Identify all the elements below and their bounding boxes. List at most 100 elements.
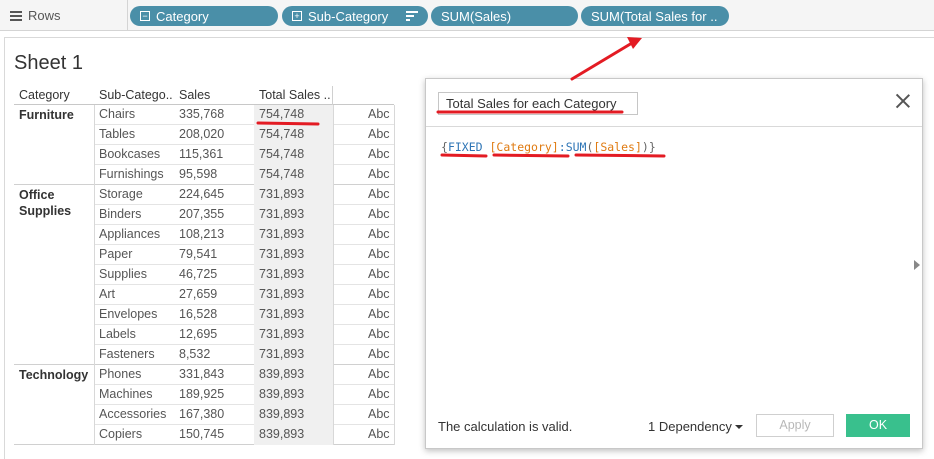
- rows-shelf: Rows − Category + Sub-Category SUM(Sales…: [0, 0, 934, 31]
- category-label[interactable]: Office Supplies: [19, 187, 94, 219]
- pill-category[interactable]: − Category: [130, 6, 278, 26]
- cell-total-sales[interactable]: 754,748: [259, 127, 304, 141]
- cell-sales[interactable]: 46,725: [179, 267, 217, 281]
- ok-button[interactable]: OK: [846, 414, 910, 437]
- cell-sales[interactable]: 79,541: [179, 247, 217, 261]
- cell-total-sales[interactable]: 731,893: [259, 207, 304, 221]
- cell-sub-category[interactable]: Phones: [99, 367, 141, 381]
- category-label[interactable]: Furniture: [19, 107, 94, 123]
- header-total-sales[interactable]: Total Sales ..: [259, 88, 331, 102]
- cell-sub-category[interactable]: Chairs: [99, 107, 135, 121]
- pill-sum-sales[interactable]: SUM(Sales): [431, 6, 578, 26]
- close-icon[interactable]: [895, 94, 910, 108]
- cell-sub-category[interactable]: Binders: [99, 207, 141, 221]
- cell-sales[interactable]: 224,645: [179, 187, 224, 201]
- cell-sub-category[interactable]: Storage: [99, 187, 143, 201]
- category-group: Office Supplies Storage 224,645 731,893 Abc B…: [14, 185, 394, 365]
- cell-total-sales[interactable]: 839,893: [259, 367, 304, 381]
- apply-button[interactable]: Apply: [756, 414, 834, 437]
- cell-sub-category[interactable]: Tables: [99, 127, 135, 141]
- cell-sub-category[interactable]: Supplies: [99, 267, 147, 281]
- cell-abc[interactable]: Abc: [368, 227, 390, 241]
- expand-panel-icon[interactable]: [914, 260, 920, 270]
- cell-sub-category[interactable]: Bookcases: [99, 147, 160, 161]
- header-sales[interactable]: Sales: [179, 88, 210, 102]
- formula-keyword-fixed: FIXED: [447, 140, 483, 154]
- cell-sales[interactable]: 150,745: [179, 427, 224, 441]
- cell-sub-category[interactable]: Accessories: [99, 407, 166, 421]
- cell-sales[interactable]: 12,695: [179, 327, 217, 341]
- cell-abc[interactable]: Abc: [368, 147, 390, 161]
- cell-abc[interactable]: Abc: [368, 327, 390, 341]
- cell-total-sales[interactable]: 754,748: [259, 107, 304, 121]
- sheet-title: Sheet 1: [14, 52, 83, 74]
- cell-total-sales[interactable]: 839,893: [259, 427, 304, 441]
- cell-abc[interactable]: Abc: [368, 347, 390, 361]
- table-row: Phones 331,843 839,893 Abc: [94, 365, 394, 385]
- cell-sales[interactable]: 16,528: [179, 307, 217, 321]
- header-divider: [332, 86, 333, 105]
- pill-sub-category[interactable]: + Sub-Category: [282, 6, 428, 26]
- cell-abc[interactable]: Abc: [368, 167, 390, 181]
- cell-total-sales[interactable]: 839,893: [259, 387, 304, 401]
- cell-sub-category[interactable]: Furnishings: [99, 167, 164, 181]
- header-sub-category[interactable]: Sub-Catego..: [99, 88, 173, 102]
- cell-sales[interactable]: 331,843: [179, 367, 224, 381]
- cell-total-sales[interactable]: 731,893: [259, 347, 304, 361]
- cell-total-sales[interactable]: 731,893: [259, 287, 304, 301]
- cell-abc[interactable]: Abc: [368, 247, 390, 261]
- cell-sales[interactable]: 108,213: [179, 227, 224, 241]
- cell-total-sales[interactable]: 754,748: [259, 167, 304, 181]
- cell-abc[interactable]: Abc: [368, 107, 390, 121]
- cell-abc[interactable]: Abc: [368, 367, 390, 381]
- cell-total-sales[interactable]: 731,893: [259, 247, 304, 261]
- calculation-editor-dialog: Total Sales for each Category {FIXED [Ca…: [425, 78, 923, 449]
- cell-sales[interactable]: 8,532: [179, 347, 210, 361]
- dependency-label: 1 Dependency: [648, 419, 732, 434]
- cell-sub-category[interactable]: Machines: [99, 387, 153, 401]
- cell-sales[interactable]: 189,925: [179, 387, 224, 401]
- cell-abc[interactable]: Abc: [368, 407, 390, 421]
- cell-sub-category[interactable]: Envelopes: [99, 307, 157, 321]
- cell-abc[interactable]: Abc: [368, 187, 390, 201]
- cell-sales[interactable]: 208,020: [179, 127, 224, 141]
- cell-total-sales[interactable]: 754,748: [259, 147, 304, 161]
- cell-sub-category[interactable]: Labels: [99, 327, 136, 341]
- cell-sub-category[interactable]: Appliances: [99, 227, 160, 241]
- table-row: Envelopes 16,528 731,893 Abc: [94, 305, 394, 325]
- cell-abc[interactable]: Abc: [368, 427, 390, 441]
- expand-icon[interactable]: +: [292, 11, 302, 21]
- cell-abc[interactable]: Abc: [368, 387, 390, 401]
- pill-sum-total-sales[interactable]: SUM(Total Sales for ..: [581, 6, 729, 26]
- cell-sub-category[interactable]: Art: [99, 287, 115, 301]
- cell-total-sales[interactable]: 731,893: [259, 227, 304, 241]
- cell-abc[interactable]: Abc: [368, 307, 390, 321]
- cell-sales[interactable]: 335,768: [179, 107, 224, 121]
- cell-total-sales[interactable]: 839,893: [259, 407, 304, 421]
- cell-total-sales[interactable]: 731,893: [259, 187, 304, 201]
- category-label[interactable]: Technology: [19, 367, 94, 383]
- cell-total-sales[interactable]: 731,893: [259, 267, 304, 281]
- cell-total-sales[interactable]: 731,893: [259, 307, 304, 321]
- formula-editor[interactable]: {FIXED [Category]:SUM([Sales])}: [441, 140, 656, 154]
- cell-abc[interactable]: Abc: [368, 267, 390, 281]
- cell-abc[interactable]: Abc: [368, 207, 390, 221]
- cell-abc[interactable]: Abc: [368, 287, 390, 301]
- dependency-dropdown[interactable]: 1 Dependency: [648, 419, 743, 434]
- cell-sales[interactable]: 95,598: [179, 167, 217, 181]
- cell-sales[interactable]: 115,361: [179, 147, 223, 161]
- cell-sales[interactable]: 207,355: [179, 207, 224, 221]
- cell-total-sales[interactable]: 731,893: [259, 327, 304, 341]
- collapse-icon[interactable]: −: [140, 11, 150, 21]
- cell-sub-category[interactable]: Fasteners: [99, 347, 155, 361]
- cell-sales[interactable]: 27,659: [179, 287, 217, 301]
- cell-abc[interactable]: Abc: [368, 127, 390, 141]
- grid-line: [333, 105, 334, 445]
- dialog-divider: [426, 126, 922, 127]
- pill-sub-category-label: Sub-Category: [308, 8, 389, 24]
- cell-sub-category[interactable]: Copiers: [99, 427, 142, 441]
- header-category[interactable]: Category: [19, 88, 70, 102]
- calc-name-input[interactable]: Total Sales for each Category: [438, 92, 638, 115]
- cell-sales[interactable]: 167,380: [179, 407, 224, 421]
- cell-sub-category[interactable]: Paper: [99, 247, 132, 261]
